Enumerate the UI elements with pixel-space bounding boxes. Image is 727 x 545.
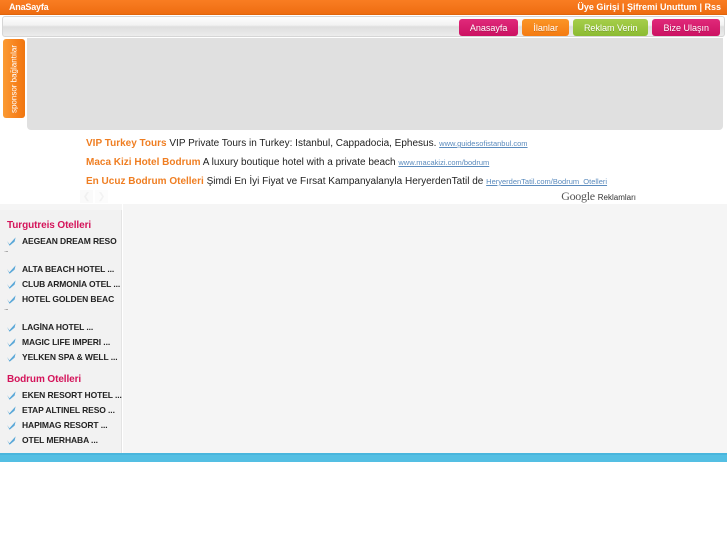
list-item[interactable]: HAPIMAG RESORT ...	[0, 418, 121, 433]
topbar-user-links: Üye Girişi | Şifremi Unuttum | Rss	[577, 1, 721, 14]
nav-button-reklam-verin[interactable]: Reklam Verin	[572, 19, 649, 36]
google-ad-title[interactable]: En Ucuz Bodrum Otelleri	[86, 176, 204, 187]
list-item-label: AEGEAN DREAM RESO	[22, 236, 117, 246]
main-nav-bar: Anasayfa İlanlar Reklam Verin Bize Ulaşı…	[2, 16, 725, 37]
google-ad-title[interactable]: Maca Kizi Hotel Bodrum	[86, 157, 200, 168]
list-item-label: LAGİNA HOTEL ...	[22, 322, 94, 332]
list-item[interactable]: HOTEL GOLDEN BEAC	[0, 292, 121, 307]
list-item-label: ALTA BEACH HOTEL ...	[22, 264, 115, 274]
check-swoosh-icon	[6, 352, 17, 363]
check-swoosh-icon	[6, 322, 17, 333]
google-ad-row: VIP Turkey Tours VIP Private Tours in Tu…	[86, 138, 528, 150]
hotel-list-heading-turgutreis: Turgutreis Otelleri	[7, 220, 92, 231]
nav-button-bize-ulasin[interactable]: Bize Ulaşın	[652, 19, 720, 36]
google-ad-url[interactable]: HeryerdenTatil.com/Bodrum_Otelleri	[486, 177, 607, 186]
check-swoosh-icon	[6, 420, 17, 431]
list-item-label: CLUB ARMONİA OTEL ...	[22, 279, 121, 289]
page-root: AnaSayfa Üye Girişi | Şifremi Unuttum | …	[0, 0, 727, 545]
topbar-separator-1: |	[619, 2, 627, 12]
google-ad-url[interactable]: www.macakizi.com/bodrum	[398, 158, 489, 167]
topbar-home-link[interactable]: AnaSayfa	[9, 1, 49, 14]
nav-button-group: Anasayfa İlanlar Reklam Verin Bize Ulaşı…	[458, 19, 720, 36]
list-ellipsis-gap	[0, 303, 121, 320]
nav-button-anasayfa[interactable]: Anasayfa	[458, 19, 519, 36]
list-item[interactable]: YELKEN SPA & WELL ...	[0, 350, 121, 365]
list-item-label: HOTEL GOLDEN BEAC	[22, 294, 115, 304]
list-item[interactable]: CLUB ARMONİA OTEL ...	[0, 277, 121, 292]
top-bar: AnaSayfa Üye Girişi | Şifremi Unuttum | …	[0, 0, 727, 15]
list-item-label: ETAP ALTINEL RESO ...	[22, 405, 115, 415]
chevron-right-icon[interactable]: ❯	[95, 190, 108, 203]
chevron-left-icon[interactable]: ❮	[80, 190, 93, 203]
check-swoosh-icon	[6, 337, 17, 348]
list-item[interactable]: ALTA BEACH HOTEL ...	[0, 262, 121, 277]
list-ellipsis-gap	[0, 245, 121, 262]
google-ad-description: A luxury boutique hotel with a private b…	[202, 157, 396, 168]
footer-blue-bar-highlight	[0, 453, 727, 455]
list-item-label: HAPIMAG RESORT ...	[22, 420, 108, 430]
check-swoosh-icon	[6, 390, 17, 401]
ad-carousel-arrows: ❮ ❯	[80, 190, 108, 203]
google-ad-description: Şimdi En İyi Fiyat ve Fırsat Kampanyalan…	[206, 176, 484, 187]
sponsor-links-tab[interactable]: sponsor bağlantılar	[3, 39, 25, 118]
banner-ad-placeholder[interactable]	[27, 38, 723, 130]
list-item[interactable]: AEGEAN DREAM RESO	[0, 234, 121, 249]
topbar-link-rss[interactable]: Rss	[704, 2, 721, 12]
topbar-link-forgot-password[interactable]: Şifremi Unuttum	[627, 2, 697, 12]
nav-button-ilanlar[interactable]: İlanlar	[522, 19, 569, 36]
google-ads-label: Reklamları	[597, 193, 636, 202]
list-item-label: OTEL MERHABA ...	[22, 435, 98, 445]
google-ad-title[interactable]: VIP Turkey Tours	[86, 138, 167, 149]
hotel-list-heading-bodrum: Bodrum Otelleri	[7, 374, 82, 385]
list-item[interactable]: EKEN RESORT HOTEL ...	[0, 388, 122, 403]
google-ad-row: Maca Kizi Hotel Bodrum A luxury boutique…	[86, 157, 489, 169]
list-item-label: EKEN RESORT HOTEL ...	[22, 390, 122, 400]
check-swoosh-icon	[6, 279, 17, 290]
check-swoosh-icon	[6, 405, 17, 416]
list-item[interactable]: ETAP ALTINEL RESO ...	[0, 403, 121, 418]
google-ads-block: VIP Turkey Tours VIP Private Tours in Tu…	[80, 134, 638, 204]
list-item[interactable]: MAGIC LIFE IMPERI ...	[0, 335, 121, 350]
check-swoosh-icon	[6, 435, 17, 446]
topbar-link-login[interactable]: Üye Girişi	[577, 2, 619, 12]
hotel-list-sidebar: Turgutreis Otelleri AEGEAN DREAM RESO AL…	[0, 210, 122, 453]
check-swoosh-icon	[6, 264, 17, 275]
list-item-label: YELKEN SPA & WELL ...	[22, 352, 118, 362]
sponsor-links-tab-label: sponsor bağlantılar	[9, 44, 19, 113]
google-ad-description: VIP Private Tours in Turkey: Istanbul, C…	[169, 138, 437, 149]
list-item[interactable]: LAGİNA HOTEL ...	[0, 320, 121, 335]
main-content-area	[123, 204, 727, 453]
list-item-label: MAGIC LIFE IMPERI ...	[22, 337, 111, 347]
google-logo: Google	[561, 189, 595, 203]
google-ads-branding: Google Reklamları	[561, 189, 636, 204]
list-item[interactable]: OTEL MERHABA ...	[0, 433, 121, 448]
google-ad-url[interactable]: www.guidesofistanbul.com	[439, 139, 527, 148]
footer-blank-area	[0, 462, 727, 545]
google-ad-row: En Ucuz Bodrum Otelleri Şimdi En İyi Fiy…	[86, 176, 607, 188]
